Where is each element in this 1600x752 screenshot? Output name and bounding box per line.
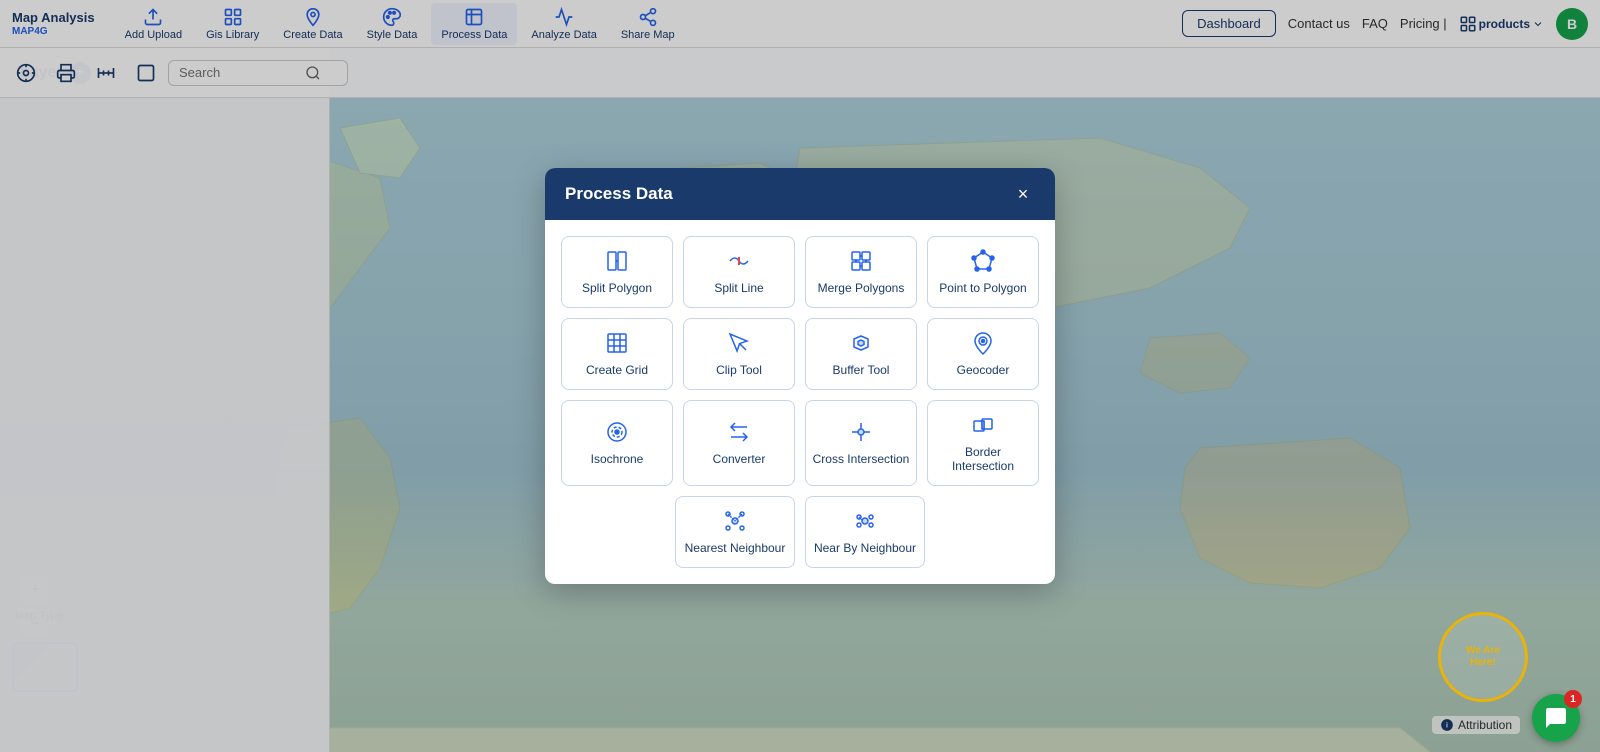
split-polygon-label: Split Polygon: [582, 281, 652, 295]
split-line-label: Split Line: [714, 281, 763, 295]
split-line-icon: [727, 249, 751, 273]
point-to-polygon-button[interactable]: Point to Polygon: [927, 236, 1039, 308]
converter-icon: [727, 420, 751, 444]
buffer-tool-label: Buffer Tool: [833, 363, 890, 377]
clip-tool-label: Clip Tool: [716, 363, 762, 377]
buffer-tool-button[interactable]: Buffer Tool: [805, 318, 917, 390]
create-grid-icon: [605, 331, 629, 355]
cross-intersection-button[interactable]: Cross Intersection: [805, 400, 917, 486]
point-to-polygon-label: Point to Polygon: [939, 281, 1026, 295]
nearest-neighbour-label: Nearest Neighbour: [685, 541, 786, 555]
isochrone-button[interactable]: Isochrone: [561, 400, 673, 486]
merge-polygons-button[interactable]: Merge Polygons: [805, 236, 917, 308]
near-by-neighbour-button[interactable]: Near By Neighbour: [805, 496, 925, 568]
clip-tool-icon: [727, 331, 751, 355]
create-grid-button[interactable]: Create Grid: [561, 318, 673, 390]
split-polygon-button[interactable]: Split Polygon: [561, 236, 673, 308]
converter-button[interactable]: Converter: [683, 400, 795, 486]
isochrone-icon: [605, 420, 629, 444]
geocoder-icon: [971, 331, 995, 355]
nearest-neighbour-button[interactable]: Nearest Neighbour: [675, 496, 795, 568]
geocoder-button[interactable]: Geocoder: [927, 318, 1039, 390]
isochrone-label: Isochrone: [591, 452, 644, 466]
modal-bottom-row: Nearest Neighbour Near By Neighbour: [561, 496, 1039, 568]
near-by-neighbour-label: Near By Neighbour: [814, 541, 916, 555]
point-to-polygon-icon: [971, 249, 995, 273]
border-intersection-icon: [971, 413, 995, 437]
split-line-button[interactable]: Split Line: [683, 236, 795, 308]
geocoder-label: Geocoder: [957, 363, 1010, 377]
near-by-neighbour-icon: [853, 509, 877, 533]
notification-badge: 1: [1564, 690, 1582, 708]
merge-polygons-icon: [849, 249, 873, 273]
we-are-here-text: We AreHere!: [1466, 645, 1500, 669]
border-intersection-label: Border Intersection: [934, 445, 1032, 473]
modal-body: Split Polygon Split Line Merge Polygons …: [545, 220, 1055, 584]
modal-overlay[interactable]: Process Data × Split Polygon Split Line …: [0, 0, 1600, 752]
converter-label: Converter: [713, 452, 766, 466]
buffer-tool-icon: [849, 331, 873, 355]
border-intersection-button[interactable]: Border Intersection: [927, 400, 1039, 486]
cross-intersection-icon: [849, 420, 873, 444]
cross-intersection-label: Cross Intersection: [813, 452, 910, 466]
chat-bubble-button[interactable]: 1: [1532, 694, 1580, 742]
modal-title: Process Data: [565, 184, 673, 204]
nearest-neighbour-icon: [723, 509, 747, 533]
modal-header: Process Data ×: [545, 168, 1055, 220]
modal-close-button[interactable]: ×: [1011, 182, 1035, 206]
clip-tool-button[interactable]: Clip Tool: [683, 318, 795, 390]
process-data-modal: Process Data × Split Polygon Split Line …: [545, 168, 1055, 584]
create-grid-label: Create Grid: [586, 363, 648, 377]
split-polygon-icon: [605, 249, 629, 273]
merge-polygons-label: Merge Polygons: [818, 281, 905, 295]
chat-icon: [1544, 706, 1568, 730]
